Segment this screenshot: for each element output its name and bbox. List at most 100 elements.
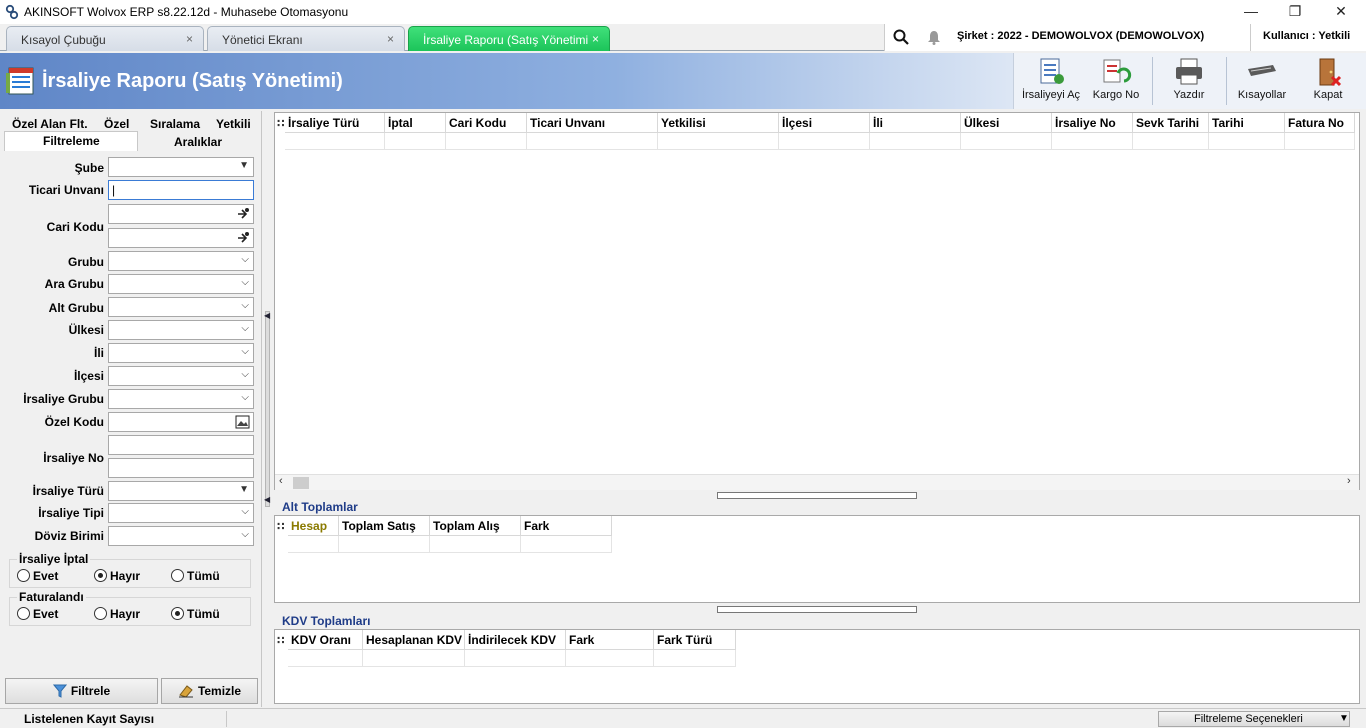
tab-waybill-report[interactable]: İrsaliye Raporu (Satış Yönetimi × bbox=[408, 26, 610, 51]
scroll-right-icon[interactable]: › bbox=[1347, 475, 1351, 487]
column-header[interactable]: İlçesi bbox=[779, 113, 870, 133]
branch-select[interactable]: ▼ bbox=[108, 157, 254, 177]
waybill-no-to-input[interactable] bbox=[108, 458, 254, 478]
filter-options-dropdown[interactable]: Filtreleme Seçenekleri ▼ bbox=[1158, 711, 1350, 727]
section-resize-grip[interactable] bbox=[717, 492, 917, 499]
cancel-yes-radio[interactable]: Evet bbox=[17, 569, 58, 583]
column-header[interactable]: Fark bbox=[566, 630, 654, 650]
empty-row-cell[interactable] bbox=[658, 133, 779, 150]
column-chooser-icon[interactable]: ∷ bbox=[277, 117, 285, 130]
country-select[interactable]: ⌵ bbox=[108, 320, 254, 340]
column-header[interactable]: KDV Oranı bbox=[288, 630, 363, 650]
tab-close-icon[interactable]: × bbox=[186, 32, 193, 46]
empty-row-cell[interactable] bbox=[870, 133, 961, 150]
empty-row-cell[interactable] bbox=[285, 133, 385, 150]
clear-button[interactable]: Temizle bbox=[161, 678, 258, 704]
empty-row-cell[interactable] bbox=[521, 536, 612, 553]
waybill-kind-select[interactable]: ▼ bbox=[108, 481, 254, 501]
column-header[interactable]: İndirilecek KDV bbox=[465, 630, 566, 650]
waybill-type-select[interactable]: ⌵ bbox=[108, 503, 254, 523]
account-code-from-input[interactable] bbox=[108, 204, 254, 224]
mid-group-select[interactable]: ⌵ bbox=[108, 274, 254, 294]
close-report-button[interactable]: Kapat bbox=[1302, 53, 1354, 109]
invoiced-all-radio[interactable]: Tümü bbox=[171, 607, 220, 621]
column-header[interactable]: İrsaliye No bbox=[1052, 113, 1133, 133]
horizontal-scrollbar[interactable]: ‹ › bbox=[275, 474, 1359, 490]
waybill-group-select[interactable]: ⌵ bbox=[108, 389, 254, 409]
tab-custom[interactable]: Özel bbox=[104, 117, 129, 131]
empty-row-cell[interactable] bbox=[1133, 133, 1209, 150]
column-header[interactable]: Fatura No bbox=[1285, 113, 1355, 133]
bell-icon[interactable] bbox=[927, 30, 941, 45]
empty-row-cell[interactable] bbox=[288, 536, 339, 553]
cargo-number-button[interactable]: Kargo No bbox=[1088, 53, 1144, 109]
column-header[interactable]: Sevk Tarihi bbox=[1133, 113, 1209, 133]
title-input[interactable]: | bbox=[108, 180, 254, 200]
column-chooser-icon[interactable]: ∷ bbox=[277, 634, 285, 647]
collapse-arrow-icon[interactable]: ◀ bbox=[264, 311, 270, 320]
special-code-input[interactable] bbox=[108, 412, 254, 432]
column-header[interactable]: Ülkesi bbox=[961, 113, 1052, 133]
empty-row-cell[interactable] bbox=[363, 650, 465, 667]
column-header[interactable]: İrsaliye Türü bbox=[285, 113, 385, 133]
tab-shortcut-bar[interactable]: Kısayol Çubuğu × bbox=[6, 26, 204, 51]
column-header[interactable]: Hesap bbox=[288, 516, 339, 536]
section-resize-grip[interactable] bbox=[717, 606, 917, 613]
empty-row-cell[interactable] bbox=[465, 650, 566, 667]
column-header[interactable]: İptal bbox=[385, 113, 446, 133]
lookup-icon[interactable] bbox=[236, 207, 250, 221]
column-header[interactable]: Toplam Satış bbox=[339, 516, 430, 536]
empty-row-cell[interactable] bbox=[385, 133, 446, 150]
restore-button[interactable]: ❐ bbox=[1272, 0, 1318, 24]
panel-splitter[interactable]: ◀ ◀ bbox=[263, 111, 272, 707]
shortcuts-button[interactable]: Kısayollar bbox=[1232, 53, 1292, 109]
vat-totals-grid[interactable]: ∷ KDV Oranı Hesaplanan KDV İndirilecek KDV… bbox=[274, 629, 1360, 704]
empty-row-cell[interactable] bbox=[446, 133, 527, 150]
filter-button[interactable]: Filtrele bbox=[5, 678, 158, 704]
print-button[interactable]: Yazdır bbox=[1160, 53, 1218, 109]
waybill-report-grid[interactable]: ∷ İrsaliye Türü İptal Cari Kodu Ticari Unva… bbox=[274, 112, 1360, 490]
minimize-button[interactable]: — bbox=[1228, 0, 1274, 24]
cancel-all-radio[interactable]: Tümü bbox=[171, 569, 220, 583]
sub-group-select[interactable]: ⌵ bbox=[108, 297, 254, 317]
tab-manager-screen[interactable]: Yönetici Ekranı × bbox=[207, 26, 405, 51]
column-header[interactable]: Ticari Unvanı bbox=[527, 113, 658, 133]
scroll-left-icon[interactable]: ‹ bbox=[279, 475, 283, 487]
picture-lookup-icon[interactable] bbox=[235, 415, 250, 429]
column-chooser-icon[interactable]: ∷ bbox=[277, 520, 285, 533]
empty-row-cell[interactable] bbox=[961, 133, 1052, 150]
column-header[interactable]: Toplam Alış bbox=[430, 516, 521, 536]
district-select[interactable]: ⌵ bbox=[108, 366, 254, 386]
collapse-arrow-icon[interactable]: ◀ bbox=[264, 495, 270, 504]
tab-custom-field-filter[interactable]: Özel Alan Flt. bbox=[12, 117, 88, 131]
empty-row-cell[interactable] bbox=[1209, 133, 1285, 150]
scroll-thumb[interactable] bbox=[293, 477, 309, 489]
tab-sorting[interactable]: Sıralama bbox=[150, 117, 200, 131]
splitter-handle[interactable] bbox=[265, 311, 270, 507]
empty-row-cell[interactable] bbox=[654, 650, 736, 667]
lookup-icon[interactable] bbox=[236, 231, 250, 245]
column-header[interactable]: Hesaplanan KDV bbox=[363, 630, 465, 650]
city-select[interactable]: ⌵ bbox=[108, 343, 254, 363]
tab-close-icon[interactable]: × bbox=[387, 32, 394, 46]
column-header[interactable]: İli bbox=[870, 113, 961, 133]
sub-totals-grid[interactable]: ∷ Hesap Toplam Satış Toplam Alış Fark bbox=[274, 515, 1360, 603]
tab-filter-active[interactable]: Filtreleme bbox=[4, 131, 138, 151]
currency-select[interactable]: ⌵ bbox=[108, 526, 254, 546]
cancel-no-radio[interactable]: Hayır bbox=[94, 569, 140, 583]
tab-authority[interactable]: Yetkili bbox=[216, 117, 251, 131]
invoiced-no-radio[interactable]: Hayır bbox=[94, 607, 140, 621]
empty-row-cell[interactable] bbox=[288, 650, 363, 667]
column-header[interactable]: Tarihi bbox=[1209, 113, 1285, 133]
tab-close-icon[interactable]: × bbox=[592, 32, 599, 46]
column-header[interactable]: Fark Türü bbox=[654, 630, 736, 650]
column-header[interactable]: Yetkilisi bbox=[658, 113, 779, 133]
group-select[interactable]: ⌵ bbox=[108, 251, 254, 271]
invoiced-yes-radio[interactable]: Evet bbox=[17, 607, 58, 621]
close-window-button[interactable]: ✕ bbox=[1318, 0, 1364, 24]
empty-row-cell[interactable] bbox=[430, 536, 521, 553]
empty-row-cell[interactable] bbox=[1052, 133, 1133, 150]
empty-row-cell[interactable] bbox=[779, 133, 870, 150]
tab-ranges[interactable]: Aralıklar bbox=[174, 135, 222, 149]
account-code-to-input[interactable] bbox=[108, 228, 254, 248]
